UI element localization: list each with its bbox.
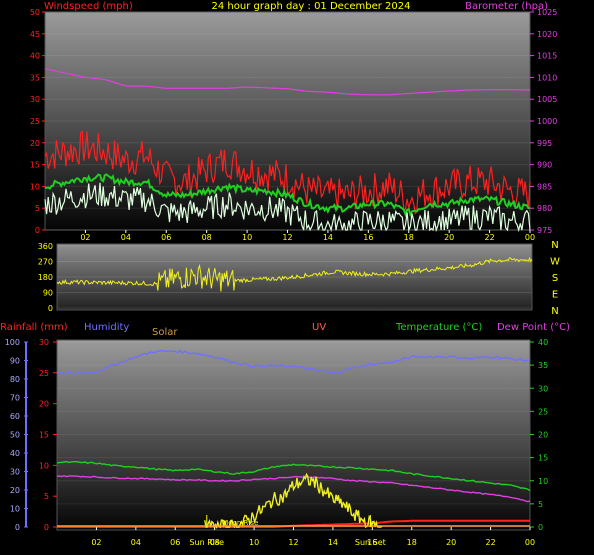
weather-chart: 05101520253035404550 9759809859909951000… <box>0 1 570 547</box>
barometer-tick-label: 1010 <box>537 73 557 82</box>
moonrise-label: Moon Rise <box>222 519 258 527</box>
humidity-tick-label: 70 <box>10 394 20 403</box>
humidity-tick-label: 30 <box>10 468 20 477</box>
humidity-tick-label: 80 <box>10 375 20 384</box>
hour-tick-label: 16 <box>363 233 373 242</box>
temperature-tick-label: 10 <box>538 477 548 486</box>
barometer-tick-label: 990 <box>537 161 552 170</box>
hour-tick-label: 06 <box>170 538 180 547</box>
compass-label: E <box>552 290 558 301</box>
humidity-tick-label: 20 <box>10 486 20 495</box>
humidity-tick-label: 90 <box>10 357 20 366</box>
rain-tick-label: 15 <box>39 431 49 440</box>
barometer-tick-label: 995 <box>537 139 552 148</box>
hour-tick-label: 06 <box>161 233 171 242</box>
temperature-legend: Temperature (°C) <box>395 322 482 333</box>
hour-tick-label: 22 <box>484 233 494 242</box>
temperature-tick-label: 35 <box>538 361 548 370</box>
compass-label: S <box>552 273 558 284</box>
humidity-tick-label: 10 <box>10 505 20 514</box>
uv-legend: UV <box>312 322 326 333</box>
windspeed-tick-label: 5 <box>35 204 40 213</box>
temperature-tick-label: 15 <box>538 454 548 463</box>
barometer-tick-label: 980 <box>537 204 552 213</box>
hour-tick-label: 04 <box>121 233 131 242</box>
dewpoint-legend: Dew Point (°C) <box>497 322 570 333</box>
hour-tick-label: 10 <box>249 538 259 547</box>
hour-tick-label: 04 <box>131 538 141 547</box>
rain-tick-label: 20 <box>39 400 49 409</box>
humidity-tick-label: 0 <box>15 523 20 532</box>
temperature-tick-label: 20 <box>538 431 548 440</box>
windspeed-axis-label: Windspeed (mph) <box>44 1 133 12</box>
direction-tick-label: 360 <box>38 242 53 251</box>
hour-tick-label: 02 <box>91 538 101 547</box>
windspeed-tick-label: 25 <box>30 117 40 126</box>
compass-label: N <box>551 240 558 251</box>
windspeed-tick-label: 20 <box>30 139 40 148</box>
rainfall-legend: Rainfall (mm) <box>0 322 68 333</box>
hour-tick-label: 08 <box>202 233 212 242</box>
windspeed-tick-label: 0 <box>35 226 40 235</box>
chart-title: 24 hour graph day : 01 December 2024 <box>212 1 411 12</box>
hour-tick-label: 00 <box>525 538 535 547</box>
hour-tick-label: 14 <box>328 538 338 547</box>
barometer-tick-label: 1015 <box>537 52 557 61</box>
direction-tick-label: 0 <box>48 304 53 313</box>
barometer-tick-label: 1005 <box>537 95 557 104</box>
windspeed-tick-label: 45 <box>30 30 40 39</box>
rain-tick-label: 5 <box>44 492 49 501</box>
hour-tick-label: 08 <box>210 538 220 547</box>
direction-tick-label: 270 <box>38 258 53 267</box>
temperature-tick-label: 5 <box>538 500 543 509</box>
barometer-axis-label: Barometer (hpa) <box>465 1 548 12</box>
rain-tick-label: 25 <box>39 369 49 378</box>
temperature-tick-label: 0 <box>538 523 543 532</box>
humidity-legend: Humidity <box>84 322 129 333</box>
windspeed-tick-label: 40 <box>30 52 40 61</box>
windspeed-tick-label: 50 <box>30 8 40 17</box>
hour-tick-label: 12 <box>288 538 298 547</box>
windspeed-tick-label: 35 <box>30 73 40 82</box>
hour-tick-label: 12 <box>282 233 292 242</box>
barometer-tick-label: 1020 <box>537 30 557 39</box>
solar-legend: Solar <box>152 327 178 338</box>
temperature-tick-label: 40 <box>538 338 548 347</box>
hour-tick-label: 20 <box>446 538 456 547</box>
hour-tick-label: 02 <box>80 233 90 242</box>
windspeed-tick-label: 15 <box>30 161 40 170</box>
direction-tick-label: 180 <box>38 273 53 282</box>
temperature-tick-label: 25 <box>538 407 548 416</box>
hour-tick-label: 14 <box>323 233 333 242</box>
humidity-tick-label: 50 <box>10 431 20 440</box>
rain-tick-label: 0 <box>44 523 49 532</box>
hour-tick-label: 22 <box>485 538 495 547</box>
barometer-tick-label: 985 <box>537 182 552 191</box>
windspeed-tick-label: 10 <box>30 182 40 191</box>
temperature-tick-label: 30 <box>538 384 548 393</box>
direction-tick-label: 90 <box>43 289 53 298</box>
humidity-tick-label: 40 <box>10 449 20 458</box>
rain-tick-label: 10 <box>39 461 49 470</box>
hour-tick-label: 20 <box>444 233 454 242</box>
hour-tick-label: 10 <box>242 233 252 242</box>
hour-tick-label: 18 <box>407 538 417 547</box>
hour-tick-label: 18 <box>404 233 414 242</box>
hour-tick-label: 16 <box>367 538 377 547</box>
humidity-tick-label: 60 <box>10 412 20 421</box>
hour-tick-label: 00 <box>525 233 535 242</box>
barometer-tick-label: 975 <box>537 226 552 235</box>
barometer-tick-label: 1000 <box>537 117 557 126</box>
compass-label: N <box>551 306 558 317</box>
compass-label: W <box>550 257 560 268</box>
windspeed-tick-label: 30 <box>30 95 40 104</box>
rain-tick-label: 30 <box>39 338 49 347</box>
humidity-tick-label: 100 <box>5 338 20 347</box>
